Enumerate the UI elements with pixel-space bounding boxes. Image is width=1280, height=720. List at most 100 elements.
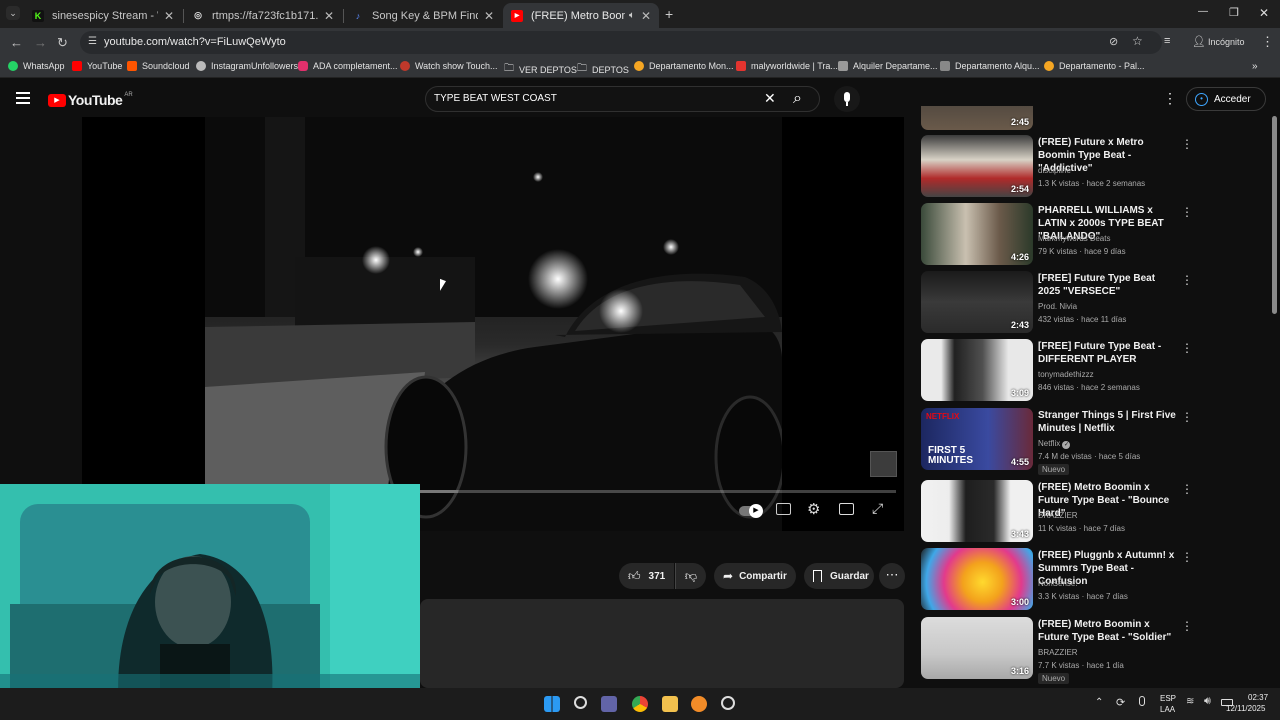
video-title[interactable]: [FREE] Future Type Beat 2025 "VERSECE" bbox=[1038, 272, 1178, 298]
clock-time[interactable]: 02:37 bbox=[1248, 693, 1268, 702]
volume-icon[interactable]: 🔊︎ bbox=[1204, 695, 1211, 708]
bookmark-item[interactable]: Departamento Mon... bbox=[634, 61, 734, 71]
channel-name[interactable]: Markmywords Beats bbox=[1038, 234, 1110, 243]
sync-icon[interactable]: ⟳ bbox=[1116, 696, 1125, 709]
input-language-label[interactable]: ESP bbox=[1160, 694, 1176, 703]
video-options-icon[interactable]: ⋮ bbox=[1181, 482, 1193, 496]
video-options-icon[interactable]: ⋮ bbox=[1181, 205, 1193, 219]
video-options-icon[interactable]: ⋮ bbox=[1181, 410, 1193, 424]
more-actions-button[interactable]: ⋯ bbox=[879, 563, 905, 589]
teams-icon[interactable] bbox=[601, 696, 617, 712]
bookmark-folder[interactable]: 🗀︎ DEPTOS bbox=[577, 61, 629, 78]
autoplay-toggle[interactable]: ▶ bbox=[739, 504, 763, 518]
voice-search-button[interactable] bbox=[834, 86, 860, 112]
forward-arrow-icon[interactable]: → bbox=[34, 35, 47, 50]
bookmark-item[interactable]: Alquiler Departame... bbox=[838, 61, 938, 71]
fl-studio-icon[interactable] bbox=[691, 696, 707, 712]
description-box[interactable] bbox=[420, 599, 904, 688]
media-controls-icon[interactable]: ≡ bbox=[1164, 35, 1170, 47]
youtube-logo[interactable]: ▶ YouTube AR bbox=[48, 92, 133, 108]
search-input[interactable]: TYPE BEAT WEST COAST bbox=[434, 93, 557, 104]
input-layout-label[interactable]: LAA bbox=[1160, 705, 1175, 714]
video-thumbnail[interactable]: 2:54 bbox=[921, 135, 1033, 197]
video-thumbnail[interactable]: 4:26 bbox=[921, 203, 1033, 265]
bookmark-item[interactable]: InstagramUnfollowers bbox=[196, 61, 298, 71]
browser-tab[interactable]: ♪ Song Key & BPM Finder | Tunel ✕ bbox=[344, 3, 502, 28]
eye-off-icon[interactable]: ⊘ bbox=[1109, 35, 1118, 48]
video-options-icon[interactable]: ⋮ bbox=[1181, 137, 1193, 151]
share-button[interactable]: ➦ Compartir bbox=[714, 563, 796, 589]
bookmark-star-icon[interactable]: ☆ bbox=[1132, 34, 1143, 48]
channel-name[interactable]: Netflix ✓ bbox=[1038, 439, 1071, 449]
browser-tab[interactable]: ◎ rtmps://fa723fc1b171.global-co ✕ bbox=[184, 3, 342, 28]
video-thumbnail[interactable]: 3:16 bbox=[921, 617, 1033, 679]
hamburger-menu-icon[interactable] bbox=[16, 92, 30, 104]
video-options-icon[interactable]: ⋮ bbox=[1181, 341, 1193, 355]
site-info-icon[interactable]: ☰ bbox=[88, 36, 97, 47]
browser-menu-icon[interactable]: ⋮ bbox=[1261, 34, 1274, 50]
related-video-card[interactable]: 2:45 bbox=[921, 106, 1181, 130]
search-box[interactable]: TYPE BEAT WEST COAST ✕ bbox=[425, 86, 820, 112]
reload-icon[interactable]: ↻ bbox=[57, 35, 68, 51]
video-thumbnail[interactable]: 2:45 bbox=[921, 106, 1033, 130]
channel-name[interactable]: BRAZZIER bbox=[1038, 511, 1078, 520]
clear-search-icon[interactable]: ✕ bbox=[764, 90, 776, 107]
subtitles-icon[interactable] bbox=[776, 503, 791, 515]
kebab-menu-icon[interactable]: ⋮ bbox=[1163, 90, 1177, 107]
end-screen-thumbnail[interactable] bbox=[870, 451, 897, 477]
close-window-button[interactable]: ✕ bbox=[1259, 6, 1269, 20]
video-thumbnail[interactable]: 3:09 bbox=[921, 339, 1033, 401]
video-options-icon[interactable]: ⋮ bbox=[1181, 619, 1193, 633]
channel-name[interactable]: Prod. Nivia bbox=[1038, 302, 1077, 311]
browser-tab[interactable]: K sinesespicy Stream - Watch Liv ✕ bbox=[24, 3, 182, 28]
clock-date[interactable]: 12/11/2025 bbox=[1226, 704, 1265, 713]
back-arrow-icon[interactable]: ← bbox=[10, 35, 23, 50]
channel-name[interactable]: tonymadethizzz bbox=[1038, 370, 1094, 379]
video-title[interactable]: [FREE] Future Type Beat - DIFFERENT PLAY… bbox=[1038, 340, 1178, 366]
chrome-icon[interactable] bbox=[632, 696, 648, 712]
tab-search-button[interactable]: ⌄ bbox=[6, 6, 20, 20]
miniplayer-icon[interactable] bbox=[839, 503, 854, 515]
video-progress-track[interactable] bbox=[420, 490, 896, 493]
bookmark-item[interactable]: ADA completament... bbox=[298, 61, 398, 71]
bookmark-item[interactable]: Departamento Alqu... bbox=[940, 61, 1040, 71]
video-thumbnail[interactable]: 3:43 bbox=[921, 480, 1033, 542]
video-thumbnail[interactable]: 3:00 bbox=[921, 548, 1033, 610]
tab-close-icon[interactable]: ✕ bbox=[164, 9, 174, 23]
bookmark-item[interactable]: Watch show Touch... bbox=[400, 61, 498, 71]
search-icon[interactable] bbox=[574, 696, 587, 709]
tab-close-icon[interactable]: ✕ bbox=[324, 9, 334, 23]
dislike-button[interactable]: 👎︎ bbox=[675, 563, 706, 589]
channel-name[interactable]: discipline bbox=[1038, 166, 1071, 175]
bookmark-folder[interactable]: 🗀︎ VER DEPTOS bbox=[504, 61, 577, 78]
video-title[interactable]: (FREE) Metro Boomin x Future Type Beat -… bbox=[1038, 618, 1178, 644]
windows-start-icon[interactable] bbox=[544, 696, 560, 712]
app-icon[interactable] bbox=[721, 696, 735, 710]
video-title[interactable]: Stranger Things 5 | First Five Minutes |… bbox=[1038, 409, 1178, 435]
fullscreen-icon[interactable]: ⤢ bbox=[872, 500, 883, 517]
channel-name[interactable]: NonSense! bbox=[1038, 579, 1078, 588]
video-player[interactable]: ▶ ⚙ ⤢ bbox=[82, 117, 904, 531]
tab-close-icon[interactable]: ✕ bbox=[484, 9, 494, 23]
microphone-tray-icon[interactable] bbox=[1139, 696, 1145, 706]
settings-gear-icon[interactable]: ⚙ bbox=[807, 500, 820, 518]
tray-chevron-icon[interactable]: ⌃ bbox=[1095, 697, 1103, 708]
new-tab-button[interactable]: + bbox=[665, 6, 673, 22]
address-bar[interactable]: ☰ youtube.com/watch?v=FiLuwQeWyto ⊘ ☆ bbox=[80, 31, 1162, 54]
channel-name[interactable]: BRAZZIER bbox=[1038, 648, 1078, 657]
video-options-icon[interactable]: ⋮ bbox=[1181, 550, 1193, 564]
speaker-icon[interactable]: 🔈︎ bbox=[629, 10, 635, 21]
video-thumbnail[interactable]: NETFLIX FIRST 5 MINUTES 4:55 bbox=[921, 408, 1033, 470]
bookmark-item[interactable]: Soundcloud bbox=[127, 61, 190, 71]
video-options-icon[interactable]: ⋮ bbox=[1181, 273, 1193, 287]
tab-close-icon[interactable]: ✕ bbox=[641, 9, 651, 23]
bookmark-item[interactable]: YouTube bbox=[72, 61, 122, 71]
wifi-icon[interactable]: ≋ bbox=[1186, 696, 1194, 707]
bookmark-item[interactable]: WhatsApp bbox=[8, 61, 65, 71]
file-explorer-icon[interactable] bbox=[662, 696, 678, 712]
search-icon[interactable]: ⌕ bbox=[793, 90, 802, 108]
bookmark-item[interactable]: Departamento - Pal... bbox=[1044, 61, 1145, 71]
bookmarks-overflow-icon[interactable]: » bbox=[1252, 61, 1258, 72]
url-text[interactable]: youtube.com/watch?v=FiLuwQeWyto bbox=[104, 36, 286, 48]
page-scrollbar-thumb[interactable] bbox=[1272, 116, 1277, 314]
